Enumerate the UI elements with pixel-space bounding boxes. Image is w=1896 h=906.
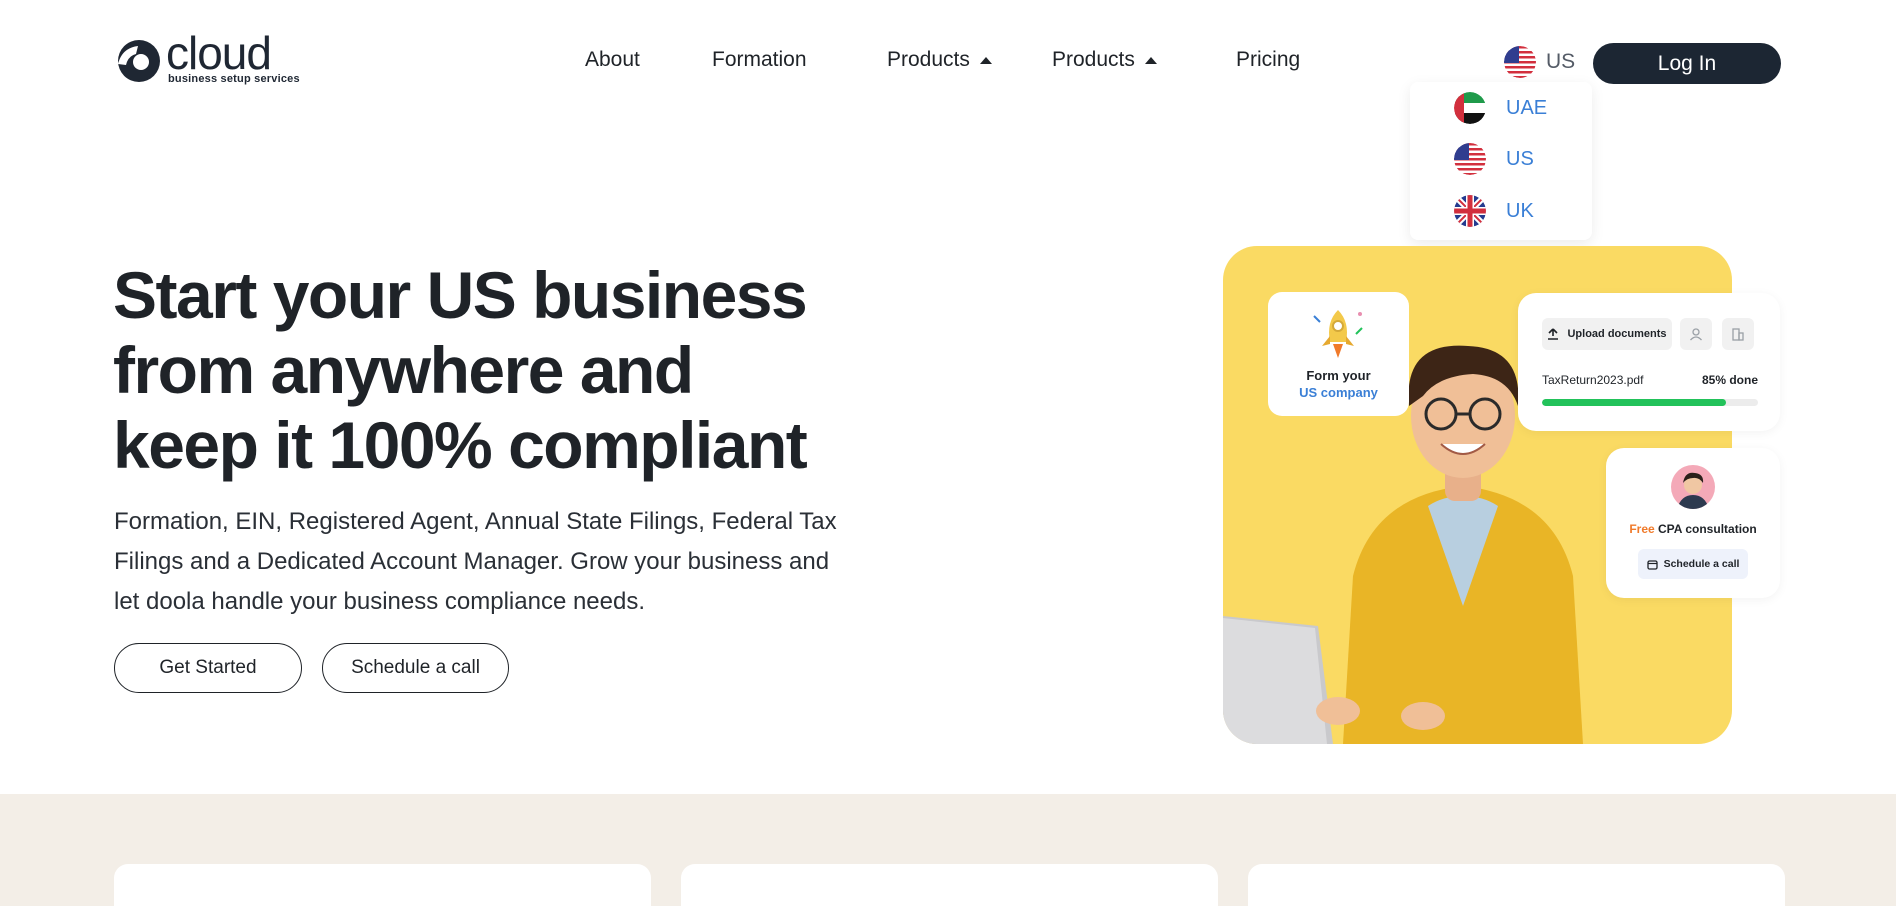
- uae-flag-icon: [1454, 92, 1486, 124]
- upload-documents-label: Upload documents: [1567, 328, 1667, 340]
- login-button[interactable]: Log In: [1593, 43, 1781, 84]
- language-option-uk[interactable]: UK: [1454, 195, 1534, 227]
- building-icon: [1732, 328, 1744, 341]
- user-button[interactable]: [1680, 318, 1712, 350]
- form-card-line1: Form your: [1306, 368, 1371, 383]
- hero-title-line: Start your US business: [113, 258, 808, 332]
- nav-formation[interactable]: Formation: [712, 48, 807, 72]
- schedule-call-button[interactable]: Schedule a call: [322, 643, 509, 693]
- nav-products-2-label: Products: [1052, 48, 1135, 71]
- upload-status: 85% done: [1701, 373, 1758, 387]
- nav-pricing[interactable]: Pricing: [1236, 48, 1300, 72]
- avatar: [1671, 465, 1715, 509]
- nav-about[interactable]: About: [585, 48, 640, 72]
- language-option-us[interactable]: US: [1454, 143, 1534, 175]
- feature-card: [1248, 864, 1785, 906]
- uk-flag-icon: [1454, 195, 1486, 227]
- language-option-uae[interactable]: UAE: [1454, 92, 1547, 124]
- us-flag-icon: [1504, 46, 1536, 78]
- upload-icon: [1548, 328, 1559, 340]
- language-dropdown: UAE US UK: [1410, 82, 1592, 240]
- language-selector[interactable]: US: [1504, 46, 1575, 78]
- cpa-title: Free CPA consultation: [1606, 522, 1780, 536]
- language-option-label: US: [1506, 147, 1534, 170]
- user-icon: [1690, 328, 1702, 341]
- upload-progress-bar: [1542, 399, 1758, 406]
- hero-description-line: Formation, EIN, Registered Agent, Annual…: [114, 508, 837, 535]
- hero-description-line: let doola handle your business complianc…: [114, 588, 646, 615]
- feature-card: [681, 864, 1218, 906]
- upload-progress-fill: [1542, 399, 1726, 406]
- hero-title: Start your US business from anywhere and…: [113, 258, 933, 483]
- hero-title-line: keep it 100% compliant: [113, 408, 808, 482]
- cpa-schedule-call-label: Schedule a call: [1663, 558, 1740, 570]
- hero-description: Formation, EIN, Registered Agent, Annual…: [114, 502, 914, 622]
- advisor-avatar-icon: [1677, 472, 1709, 509]
- get-started-button[interactable]: Get Started: [114, 643, 302, 693]
- calendar-icon: [1646, 559, 1658, 570]
- language-option-label: UAE: [1506, 96, 1548, 119]
- hero-description-line: Filings and a Dedicated Account Manager.…: [114, 548, 830, 575]
- cpa-title-label: CPA consultation: [1658, 522, 1757, 536]
- nav-products-2[interactable]: Products: [1052, 48, 1157, 72]
- us-flag-icon: [1454, 143, 1486, 175]
- upload-documents-card: Upload documents TaxReturn2023.pdf 85% d…: [1518, 293, 1780, 431]
- form-company-card: Form your US company: [1268, 292, 1409, 416]
- language-current-label: US: [1546, 50, 1576, 73]
- caret-up-icon: [1144, 56, 1157, 64]
- nav-products-1-label: Products: [887, 48, 970, 71]
- form-card-line2: US company: [1299, 385, 1378, 400]
- caret-up-icon: [979, 56, 992, 64]
- upload-documents-button[interactable]: Upload documents: [1542, 318, 1672, 350]
- cpa-free-label: Free: [1629, 522, 1655, 536]
- building-button[interactable]: [1722, 318, 1754, 350]
- cpa-schedule-call-button[interactable]: Schedule a call: [1638, 549, 1748, 579]
- nav-products-1[interactable]: Products: [887, 48, 992, 72]
- file-name: TaxReturn2023.pdf: [1542, 373, 1644, 387]
- language-option-label: UK: [1506, 199, 1534, 222]
- rocket-icon: [1313, 310, 1363, 358]
- feature-card: [114, 864, 651, 906]
- hero-title-line: from anywhere and: [113, 333, 694, 407]
- cpa-consultation-card: Free CPA consultation Schedule a call: [1606, 448, 1780, 598]
